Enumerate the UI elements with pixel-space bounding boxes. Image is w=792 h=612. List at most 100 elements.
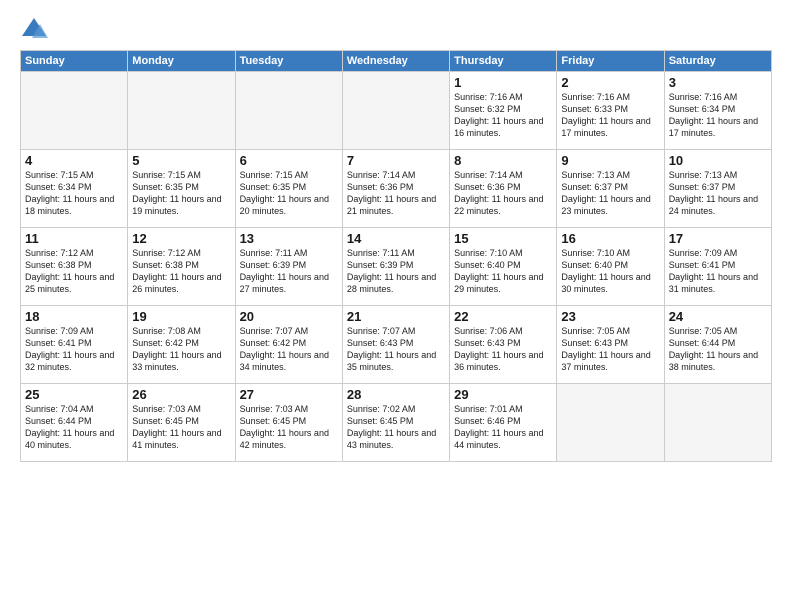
day-cell <box>128 72 235 150</box>
day-number: 16 <box>561 231 659 246</box>
day-cell: 7Sunrise: 7:14 AMSunset: 6:36 PMDaylight… <box>342 150 449 228</box>
day-number: 3 <box>669 75 767 90</box>
day-cell: 18Sunrise: 7:09 AMSunset: 6:41 PMDayligh… <box>21 306 128 384</box>
day-cell: 1Sunrise: 7:16 AMSunset: 6:32 PMDaylight… <box>450 72 557 150</box>
day-info: Sunrise: 7:14 AMSunset: 6:36 PMDaylight:… <box>347 169 445 218</box>
day-info: Sunrise: 7:09 AMSunset: 6:41 PMDaylight:… <box>25 325 123 374</box>
day-info: Sunrise: 7:02 AMSunset: 6:45 PMDaylight:… <box>347 403 445 452</box>
day-info: Sunrise: 7:13 AMSunset: 6:37 PMDaylight:… <box>669 169 767 218</box>
day-info: Sunrise: 7:10 AMSunset: 6:40 PMDaylight:… <box>561 247 659 296</box>
day-info: Sunrise: 7:10 AMSunset: 6:40 PMDaylight:… <box>454 247 552 296</box>
day-info: Sunrise: 7:15 AMSunset: 6:35 PMDaylight:… <box>132 169 230 218</box>
day-cell: 29Sunrise: 7:01 AMSunset: 6:46 PMDayligh… <box>450 384 557 462</box>
day-number: 13 <box>240 231 338 246</box>
day-number: 11 <box>25 231 123 246</box>
day-cell: 24Sunrise: 7:05 AMSunset: 6:44 PMDayligh… <box>664 306 771 384</box>
logo <box>20 16 50 40</box>
day-info: Sunrise: 7:07 AMSunset: 6:42 PMDaylight:… <box>240 325 338 374</box>
day-cell: 23Sunrise: 7:05 AMSunset: 6:43 PMDayligh… <box>557 306 664 384</box>
day-number: 18 <box>25 309 123 324</box>
day-number: 9 <box>561 153 659 168</box>
day-info: Sunrise: 7:05 AMSunset: 6:44 PMDaylight:… <box>669 325 767 374</box>
col-header-wednesday: Wednesday <box>342 51 449 72</box>
day-number: 1 <box>454 75 552 90</box>
day-cell <box>664 384 771 462</box>
day-number: 19 <box>132 309 230 324</box>
day-info: Sunrise: 7:07 AMSunset: 6:43 PMDaylight:… <box>347 325 445 374</box>
day-info: Sunrise: 7:13 AMSunset: 6:37 PMDaylight:… <box>561 169 659 218</box>
day-info: Sunrise: 7:11 AMSunset: 6:39 PMDaylight:… <box>347 247 445 296</box>
week-row-3: 18Sunrise: 7:09 AMSunset: 6:41 PMDayligh… <box>21 306 772 384</box>
col-header-friday: Friday <box>557 51 664 72</box>
col-header-sunday: Sunday <box>21 51 128 72</box>
day-info: Sunrise: 7:16 AMSunset: 6:32 PMDaylight:… <box>454 91 552 140</box>
day-number: 27 <box>240 387 338 402</box>
col-header-monday: Monday <box>128 51 235 72</box>
day-cell: 9Sunrise: 7:13 AMSunset: 6:37 PMDaylight… <box>557 150 664 228</box>
calendar-table: SundayMondayTuesdayWednesdayThursdayFrid… <box>20 50 772 462</box>
day-number: 10 <box>669 153 767 168</box>
day-number: 23 <box>561 309 659 324</box>
day-number: 7 <box>347 153 445 168</box>
day-cell: 28Sunrise: 7:02 AMSunset: 6:45 PMDayligh… <box>342 384 449 462</box>
day-info: Sunrise: 7:12 AMSunset: 6:38 PMDaylight:… <box>132 247 230 296</box>
day-info: Sunrise: 7:16 AMSunset: 6:33 PMDaylight:… <box>561 91 659 140</box>
day-cell: 10Sunrise: 7:13 AMSunset: 6:37 PMDayligh… <box>664 150 771 228</box>
day-cell: 6Sunrise: 7:15 AMSunset: 6:35 PMDaylight… <box>235 150 342 228</box>
day-cell: 20Sunrise: 7:07 AMSunset: 6:42 PMDayligh… <box>235 306 342 384</box>
day-info: Sunrise: 7:15 AMSunset: 6:35 PMDaylight:… <box>240 169 338 218</box>
day-number: 29 <box>454 387 552 402</box>
day-info: Sunrise: 7:11 AMSunset: 6:39 PMDaylight:… <box>240 247 338 296</box>
day-cell: 14Sunrise: 7:11 AMSunset: 6:39 PMDayligh… <box>342 228 449 306</box>
col-header-tuesday: Tuesday <box>235 51 342 72</box>
day-info: Sunrise: 7:01 AMSunset: 6:46 PMDaylight:… <box>454 403 552 452</box>
day-number: 17 <box>669 231 767 246</box>
page: SundayMondayTuesdayWednesdayThursdayFrid… <box>0 0 792 612</box>
day-cell: 2Sunrise: 7:16 AMSunset: 6:33 PMDaylight… <box>557 72 664 150</box>
day-info: Sunrise: 7:06 AMSunset: 6:43 PMDaylight:… <box>454 325 552 374</box>
day-number: 14 <box>347 231 445 246</box>
day-info: Sunrise: 7:03 AMSunset: 6:45 PMDaylight:… <box>240 403 338 452</box>
day-cell: 4Sunrise: 7:15 AMSunset: 6:34 PMDaylight… <box>21 150 128 228</box>
day-cell: 13Sunrise: 7:11 AMSunset: 6:39 PMDayligh… <box>235 228 342 306</box>
day-cell: 8Sunrise: 7:14 AMSunset: 6:36 PMDaylight… <box>450 150 557 228</box>
day-info: Sunrise: 7:12 AMSunset: 6:38 PMDaylight:… <box>25 247 123 296</box>
day-number: 24 <box>669 309 767 324</box>
day-info: Sunrise: 7:14 AMSunset: 6:36 PMDaylight:… <box>454 169 552 218</box>
day-info: Sunrise: 7:16 AMSunset: 6:34 PMDaylight:… <box>669 91 767 140</box>
day-cell: 3Sunrise: 7:16 AMSunset: 6:34 PMDaylight… <box>664 72 771 150</box>
day-cell: 26Sunrise: 7:03 AMSunset: 6:45 PMDayligh… <box>128 384 235 462</box>
day-cell <box>342 72 449 150</box>
day-number: 22 <box>454 309 552 324</box>
day-number: 2 <box>561 75 659 90</box>
col-header-thursday: Thursday <box>450 51 557 72</box>
day-cell: 25Sunrise: 7:04 AMSunset: 6:44 PMDayligh… <box>21 384 128 462</box>
day-cell: 12Sunrise: 7:12 AMSunset: 6:38 PMDayligh… <box>128 228 235 306</box>
week-row-4: 25Sunrise: 7:04 AMSunset: 6:44 PMDayligh… <box>21 384 772 462</box>
day-cell: 27Sunrise: 7:03 AMSunset: 6:45 PMDayligh… <box>235 384 342 462</box>
day-number: 6 <box>240 153 338 168</box>
day-info: Sunrise: 7:09 AMSunset: 6:41 PMDaylight:… <box>669 247 767 296</box>
col-header-saturday: Saturday <box>664 51 771 72</box>
day-cell: 19Sunrise: 7:08 AMSunset: 6:42 PMDayligh… <box>128 306 235 384</box>
day-number: 15 <box>454 231 552 246</box>
week-row-0: 1Sunrise: 7:16 AMSunset: 6:32 PMDaylight… <box>21 72 772 150</box>
day-cell: 21Sunrise: 7:07 AMSunset: 6:43 PMDayligh… <box>342 306 449 384</box>
day-number: 4 <box>25 153 123 168</box>
day-info: Sunrise: 7:03 AMSunset: 6:45 PMDaylight:… <box>132 403 230 452</box>
day-cell: 16Sunrise: 7:10 AMSunset: 6:40 PMDayligh… <box>557 228 664 306</box>
day-number: 5 <box>132 153 230 168</box>
day-cell: 22Sunrise: 7:06 AMSunset: 6:43 PMDayligh… <box>450 306 557 384</box>
day-cell: 15Sunrise: 7:10 AMSunset: 6:40 PMDayligh… <box>450 228 557 306</box>
logo-icon <box>20 16 48 40</box>
day-number: 20 <box>240 309 338 324</box>
week-row-2: 11Sunrise: 7:12 AMSunset: 6:38 PMDayligh… <box>21 228 772 306</box>
day-cell: 5Sunrise: 7:15 AMSunset: 6:35 PMDaylight… <box>128 150 235 228</box>
day-info: Sunrise: 7:05 AMSunset: 6:43 PMDaylight:… <box>561 325 659 374</box>
header <box>20 16 772 40</box>
day-info: Sunrise: 7:15 AMSunset: 6:34 PMDaylight:… <box>25 169 123 218</box>
day-number: 28 <box>347 387 445 402</box>
calendar-header-row: SundayMondayTuesdayWednesdayThursdayFrid… <box>21 51 772 72</box>
day-info: Sunrise: 7:04 AMSunset: 6:44 PMDaylight:… <box>25 403 123 452</box>
day-cell: 11Sunrise: 7:12 AMSunset: 6:38 PMDayligh… <box>21 228 128 306</box>
